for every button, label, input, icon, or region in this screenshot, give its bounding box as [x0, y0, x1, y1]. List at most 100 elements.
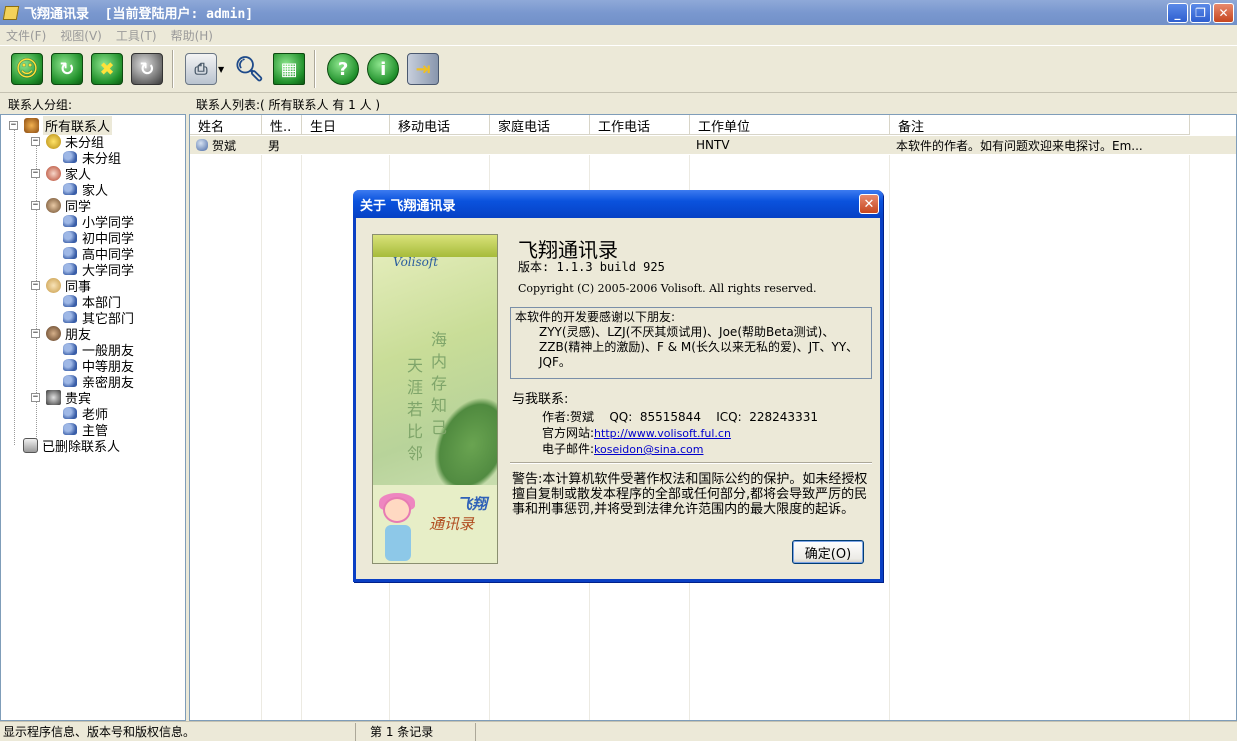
column-header-name[interactable]: 姓名 — [190, 115, 262, 135]
cell-gender: 男 — [268, 138, 281, 153]
group-tree: − 所有联系人 − 未分组 未分组 − 家人 家人 − 同学 小学同学 初中同学… — [0, 114, 186, 721]
delete-icon: ✖ — [91, 53, 123, 85]
exit-door-icon: ⇥ — [407, 53, 440, 85]
splash-brand: Volisoft — [393, 255, 439, 269]
recycle-bin-icon — [23, 437, 38, 453]
grid-line — [301, 155, 302, 720]
print-button[interactable]: ⎙ — [182, 49, 220, 89]
smiley-icon: ☺ — [11, 53, 43, 85]
tree-deleted-contacts[interactable]: 已删除联系人 — [23, 437, 120, 455]
email-label: 电子邮件: — [542, 442, 595, 456]
users-icon — [63, 183, 77, 195]
about-version: 版本: 1.1.3 build 925 — [518, 260, 665, 274]
collapse-icon[interactable]: − — [31, 200, 40, 210]
column-header-gender[interactable]: 性.. — [262, 115, 302, 135]
mascot-girl-icon — [377, 493, 417, 563]
contact-icon — [196, 139, 208, 151]
about-button[interactable]: i — [364, 49, 402, 89]
app-icon — [2, 5, 20, 20]
users-icon — [63, 343, 77, 355]
website-link[interactable]: http://www.volisoft.ful.cn — [594, 427, 731, 440]
ungrouped-icon — [46, 133, 61, 149]
cell-note: 本软件的作者。如有问题欢迎来电探讨。Em... — [896, 138, 1143, 153]
magnifier-icon: 🔍︎ — [233, 55, 265, 83]
column-header-note[interactable]: 备注 — [890, 115, 1190, 135]
add-contact-button[interactable]: ☺ — [8, 49, 46, 89]
collapse-icon[interactable]: − — [31, 136, 40, 146]
author-label: 作者:贺斌 — [542, 410, 595, 424]
users-icon — [63, 375, 77, 387]
cell-company: HNTV — [696, 138, 730, 152]
dialog-close-button[interactable]: ✕ — [859, 194, 879, 214]
toolbar-separator — [314, 50, 317, 88]
copyright-warning: 警告:本计算机软件受著作权法和国际公约的保护。如未经授权擅自复制或散发本程序的全… — [512, 472, 868, 517]
collapse-icon[interactable]: − — [31, 392, 40, 402]
ok-button[interactable]: 确定(O) — [792, 540, 864, 564]
minimize-button[interactable]: _ — [1167, 3, 1188, 23]
all-contacts-icon — [24, 117, 39, 133]
column-header-home-phone[interactable]: 家庭电话 — [490, 115, 590, 135]
menu-help[interactable]: 帮助(H) — [171, 27, 213, 44]
family-icon — [46, 165, 61, 181]
print-dropdown-icon[interactable]: ▼ — [218, 65, 224, 74]
thanks-heading: 本软件的开发要感谢以下朋友: — [515, 310, 676, 324]
status-info: 显示程序信息、版本号和版权信息。 — [0, 722, 356, 741]
website-label: 官方网站: — [542, 426, 595, 440]
users-icon — [63, 231, 77, 243]
calendar-icon: ▦ — [273, 53, 306, 85]
column-header-birthday[interactable]: 生日 — [302, 115, 390, 135]
maximize-button[interactable]: ❐ — [1190, 3, 1211, 23]
cell-home-phone — [490, 136, 590, 154]
toolbar-separator — [172, 50, 174, 88]
grid-line — [1189, 155, 1190, 720]
search-button[interactable]: 🔍︎ — [230, 49, 268, 89]
contact-ids: 作者:贺斌 QQ: 85515844 ICQ: 228243331 — [542, 408, 818, 425]
settings-button[interactable]: ↻ — [128, 49, 166, 89]
users-icon — [63, 311, 77, 323]
table-row[interactable]: 贺斌 男 HNTV 本软件的作者。如有问题欢迎来电探讨。Em... — [190, 136, 1236, 154]
help-button[interactable]: ? — [324, 49, 362, 89]
column-header-company[interactable]: 工作单位 — [690, 115, 890, 135]
about-copyright: Copyright (C) 2005-2006 Volisoft. All ri… — [518, 282, 817, 295]
grid-header: 姓名 性.. 生日 移动电话 家庭电话 工作电话 工作单位 备注 — [190, 115, 1190, 135]
users-icon — [63, 295, 77, 307]
refresh-button[interactable]: ↻ — [48, 49, 86, 89]
email-link[interactable]: koseidon@sina.com — [594, 443, 703, 456]
column-header-mobile[interactable]: 移动电话 — [390, 115, 490, 135]
close-button[interactable]: ✕ — [1213, 3, 1234, 23]
cell-birthday — [302, 136, 390, 154]
title-bar: 飞翔通讯录 [当前登陆用户: admin] _ ❐ ✕ — [0, 0, 1237, 25]
column-header-work-phone[interactable]: 工作电话 — [590, 115, 690, 135]
cell-mobile — [390, 136, 490, 154]
delete-button[interactable]: ✖ — [88, 49, 126, 89]
vip-icon — [46, 389, 61, 405]
info-icon: i — [367, 53, 400, 85]
dialog-divider — [510, 462, 872, 464]
splash-poem-right: 海内存知己 — [428, 331, 447, 441]
refresh-icon: ↻ — [51, 53, 83, 85]
collapse-icon[interactable]: − — [31, 328, 40, 338]
exit-button[interactable]: ⇥ — [404, 49, 442, 89]
menu-file[interactable]: 文件(F) — [6, 27, 46, 44]
calendar-button[interactable]: ▦ — [270, 49, 308, 89]
tree-line — [14, 125, 15, 445]
status-record-count: 第 1 条记录 — [356, 722, 476, 741]
collapse-icon[interactable]: − — [9, 120, 18, 130]
contact-heading: 与我联系: — [512, 392, 569, 407]
collapse-icon[interactable]: − — [31, 280, 40, 290]
toolbar: ☺ ↻ ✖ ↻ ⎙ ▼ 🔍︎ ▦ ? i ⇥ — [0, 45, 1237, 93]
menu-view[interactable]: 视图(V) — [60, 27, 102, 44]
classmates-icon — [46, 197, 61, 213]
menu-tools[interactable]: 工具(T) — [116, 27, 157, 44]
friends-icon — [46, 325, 61, 341]
contact-list-label: 联系人列表:( 所有联系人 有 1 人 ) — [196, 98, 381, 112]
splash-banner — [373, 235, 497, 257]
thanks-box: 本软件的开发要感谢以下朋友: ZYY(灵感)、LZJ(不厌其烦试用)、Joe(帮… — [510, 307, 872, 379]
about-dialog: 关于 飞翔通讯录 ✕ Volisoft 海内存知己 天涯若比邻 飞翔 通讯录 飞… — [353, 190, 883, 582]
grid-line — [261, 155, 262, 720]
window-controls: _ ❐ ✕ — [1167, 3, 1234, 23]
thanks-text: ZYY(灵感)、LZJ(不厌其烦试用)、Joe(帮助Beta测试)、ZZB(精神… — [539, 325, 859, 369]
users-icon — [63, 423, 77, 435]
qq-number: QQ: 85515844 — [609, 410, 701, 424]
collapse-icon[interactable]: − — [31, 168, 40, 178]
